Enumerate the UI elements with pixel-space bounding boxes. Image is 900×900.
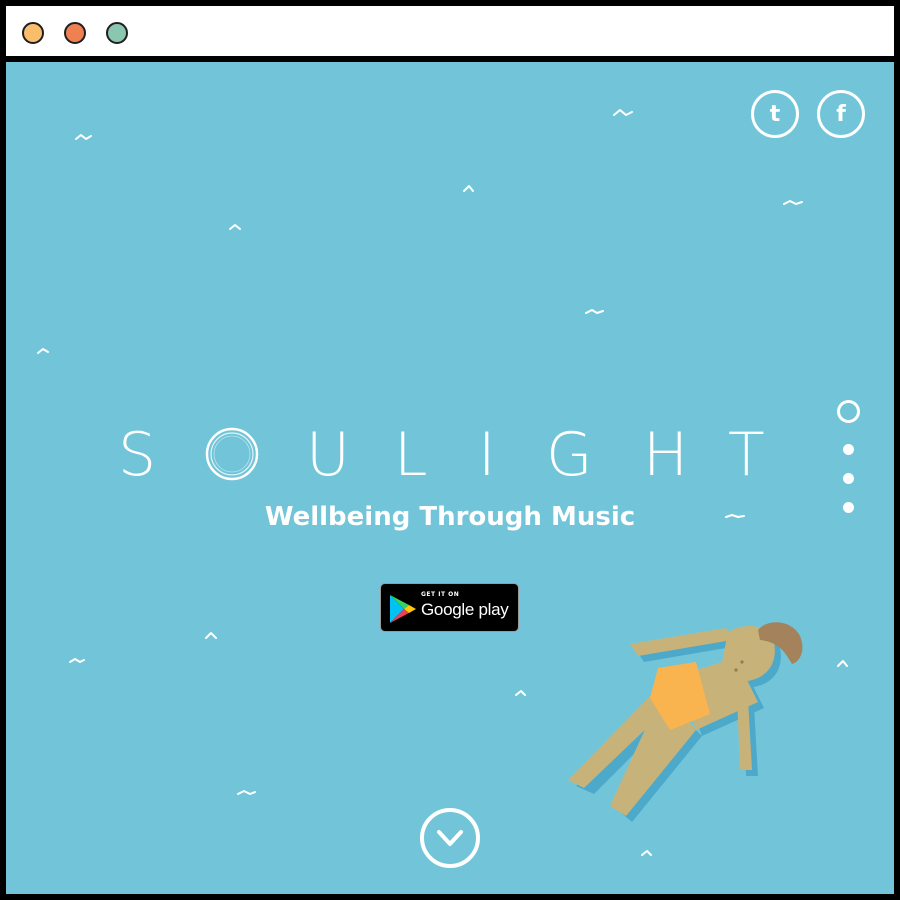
logo-letter: U <box>306 420 350 490</box>
google-play-badge[interactable]: GET IT ON Google play <box>380 583 519 632</box>
logo-wordmark: S U L I G H T <box>6 410 894 500</box>
tagline: Wellbeing Through Music <box>264 502 636 532</box>
scroll-down-button[interactable] <box>420 808 480 868</box>
window-maximize-button[interactable] <box>106 22 128 44</box>
logo-letter: G <box>546 420 593 490</box>
pager-dot[interactable] <box>843 444 854 455</box>
logo-letter-o-ring <box>205 427 259 481</box>
pager-dot-active[interactable] <box>837 400 860 423</box>
pager-dot[interactable] <box>843 502 854 513</box>
window-close-button[interactable] <box>22 22 44 44</box>
window-minimize-button[interactable] <box>64 22 86 44</box>
window-titlebar <box>6 6 894 56</box>
pager-dot[interactable] <box>843 473 854 484</box>
logo-letter: L <box>394 420 428 490</box>
tumblr-icon: t <box>769 101 781 127</box>
tumblr-button[interactable]: t <box>751 90 799 138</box>
logo-letter: T <box>728 420 765 490</box>
google-play-icon <box>390 595 416 623</box>
hero-section: t f S U L I G H T Wellbeing Through Musi… <box>6 62 894 894</box>
facebook-button[interactable]: f <box>817 90 865 138</box>
badge-big-text: Google play <box>421 600 509 619</box>
badge-small-text: GET IT ON <box>421 591 460 598</box>
logo-letter: I <box>478 420 496 490</box>
browser-window: t f S U L I G H T Wellbeing Through Musi… <box>0 0 900 900</box>
logo-letter: H <box>643 420 689 490</box>
chevron-down-icon <box>437 830 463 846</box>
logo-letter: S <box>118 420 157 490</box>
floating-swimmer-illustration <box>568 622 803 822</box>
facebook-icon: f <box>836 101 846 127</box>
